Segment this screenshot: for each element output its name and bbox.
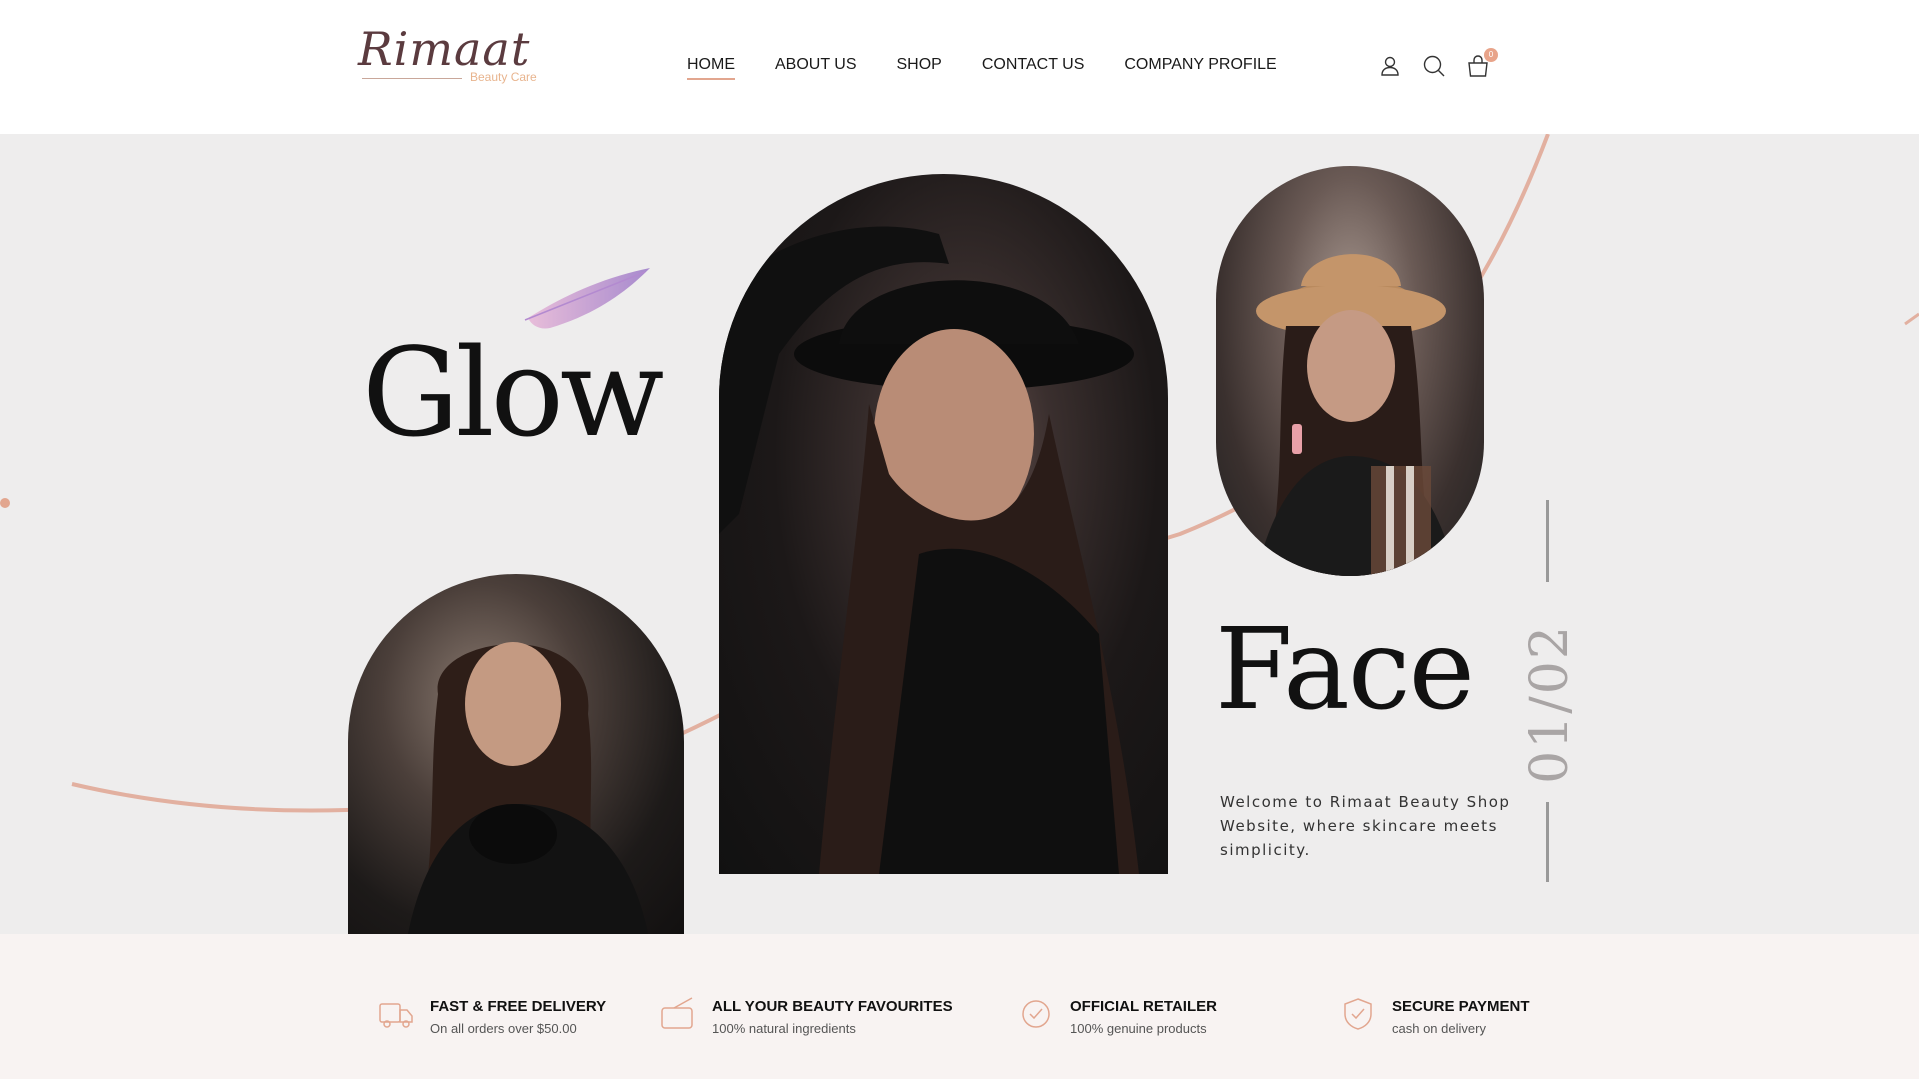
model-photo-right [1216,166,1484,576]
feature-title: SECURE PAYMENT [1392,998,1530,1015]
decorative-dot [0,498,10,508]
feature-payment: SECURE PAYMENT cash on delivery [1338,994,1530,1036]
delivery-truck-icon [379,1003,413,1028]
slide-divider-bottom [1546,802,1549,882]
main-nav: HOME ABOUT US SHOP CONTACT US COMPANY PR… [687,56,1277,80]
site-header: Rimaat Beauty Care HOME ABOUT US SHOP CO… [0,0,1919,134]
feature-subtitle: 100% genuine products [1070,1021,1207,1036]
logo-underline [362,78,462,79]
feature-retailer: OFFICIAL RETAILER 100% genuine products [1016,994,1217,1036]
nav-home[interactable]: HOME [687,56,735,80]
features-bar: FAST & FREE DELIVERY On all orders over … [0,934,1919,1079]
feature-subtitle: cash on delivery [1392,1021,1486,1036]
feature-subtitle: 100% natural ingredients [712,1021,856,1036]
nav-company-profile[interactable]: COMPANY PROFILE [1124,56,1276,80]
shopping-bag-icon[interactable]: 0 [1466,48,1498,78]
nav-shop[interactable]: SHOP [897,56,942,80]
feature-delivery: FAST & FREE DELIVERY On all orders over … [376,994,606,1036]
logo-tagline: Beauty Care [470,70,537,84]
cosmetic-jar-icon [661,997,693,1029]
search-icon[interactable] [1422,54,1446,78]
model-photo-main [719,174,1168,874]
check-circle-icon [1022,1000,1050,1028]
model-photo-left [348,574,684,934]
welcome-text: Welcome to Rimaat Beauty Shop Website, w… [1220,793,1511,859]
brand-logo[interactable]: Rimaat Beauty Care [358,22,543,86]
nav-contact-us[interactable]: CONTACT US [982,56,1085,80]
header-actions: 0 [1378,48,1498,78]
slide-divider-top [1546,500,1549,582]
hero-word-glow: Glow [362,322,664,464]
slide-counter: 01/02 [1520,624,1580,784]
feature-title: ALL YOUR BEAUTY FAVOURITES [712,998,953,1015]
hero-banner: Glow Face Welcome to Rimaat Beauty Shop … [0,134,1919,934]
user-icon[interactable] [1378,54,1402,78]
hero-word-face: Face [1215,605,1475,735]
logo-wordmark: Rimaat [358,22,531,76]
feature-subtitle: On all orders over $50.00 [430,1021,577,1036]
cart-count-badge: 0 [1484,48,1498,62]
feature-title: FAST & FREE DELIVERY [430,998,607,1015]
shield-check-icon [1344,998,1372,1030]
feature-title: OFFICIAL RETAILER [1070,998,1217,1015]
nav-about-us[interactable]: ABOUT US [775,56,857,80]
feature-beauty: ALL YOUR BEAUTY FAVOURITES 100% natural … [658,994,953,1036]
